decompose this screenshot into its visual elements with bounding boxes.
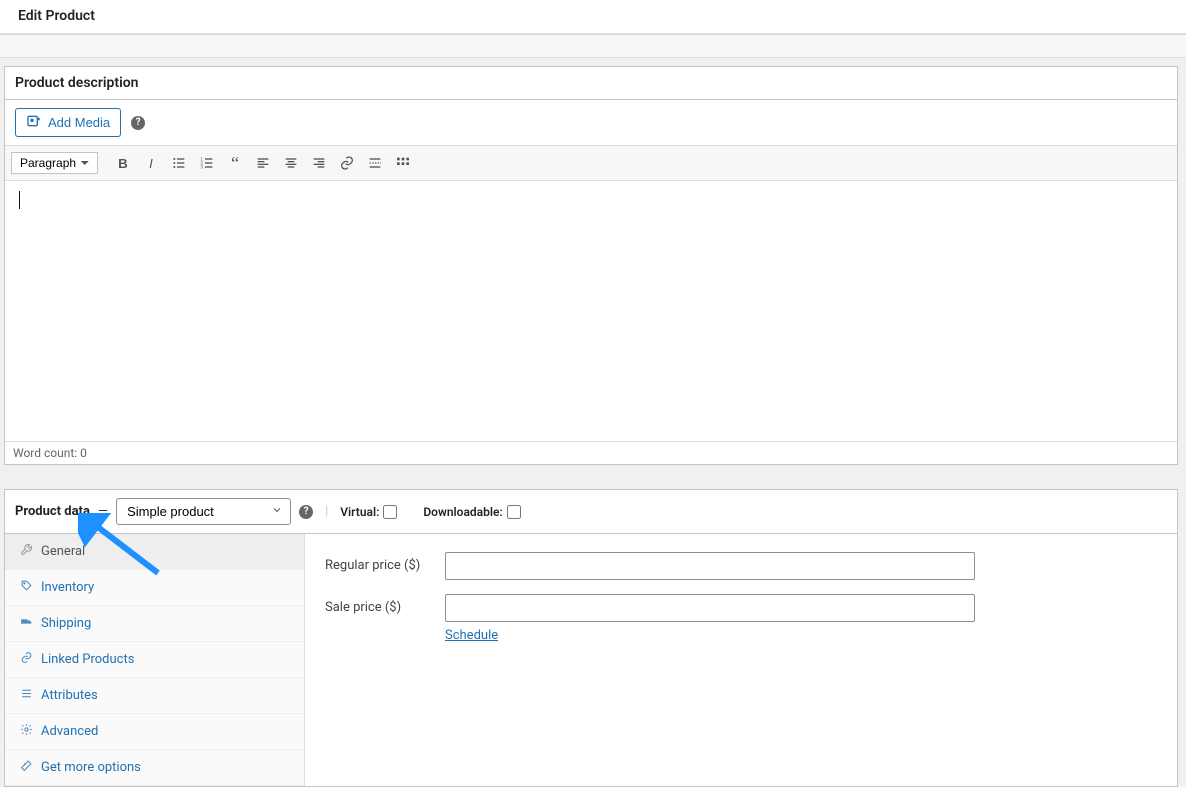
blockquote-button[interactable]: “ (222, 150, 248, 176)
tab-label: Advanced (41, 724, 98, 739)
tab-inventory[interactable]: Inventory (5, 570, 304, 606)
truck-icon (19, 615, 33, 632)
product-data-header: Product data — Simple product ? | Virtua… (5, 490, 1177, 534)
product-data-tabs: General Inventory Shipping Linked Produc… (5, 534, 305, 786)
align-right-button[interactable] (306, 150, 332, 176)
tab-advanced[interactable]: Advanced (5, 714, 304, 750)
tab-get-more-options[interactable]: Get more options (5, 750, 304, 786)
sale-price-input[interactable] (445, 594, 975, 622)
description-panel: Product description Add Media ? Paragrap… (4, 66, 1178, 465)
tab-attributes[interactable]: Attributes (5, 678, 304, 714)
tab-label: Inventory (41, 580, 94, 595)
bold-button[interactable]: B (110, 150, 136, 176)
media-icon (26, 113, 42, 132)
word-count: Word count: 0 (13, 446, 87, 460)
editor-footer: Word count: 0 (5, 441, 1177, 464)
page-title: Edit Product (18, 8, 1168, 24)
product-type-select[interactable]: Simple product (116, 498, 291, 525)
text-cursor (19, 191, 20, 209)
product-data-title: Product data (15, 504, 90, 519)
gear-icon (19, 723, 33, 740)
add-media-button[interactable]: Add Media (15, 108, 121, 137)
align-center-button[interactable] (278, 150, 304, 176)
virtual-label-wrap[interactable]: Virtual: (340, 505, 397, 519)
separator: | (325, 504, 328, 519)
link-icon (19, 651, 33, 668)
format-select[interactable]: Paragraph (11, 152, 98, 174)
editor-area[interactable] (5, 181, 1177, 441)
list-icon (19, 687, 33, 704)
product-data-content: Regular price ($) Sale price ($) Schedul… (305, 534, 1177, 786)
tab-label: General (41, 544, 85, 559)
help-icon[interactable]: ? (299, 505, 313, 519)
sale-price-label: Sale price ($) (325, 594, 445, 615)
product-data-body: General Inventory Shipping Linked Produc… (5, 534, 1177, 786)
tab-label: Linked Products (41, 652, 134, 667)
numbered-list-button[interactable]: 123 (194, 150, 220, 176)
tag-icon (19, 579, 33, 596)
regular-price-label: Regular price ($) (325, 552, 445, 573)
align-left-button[interactable] (250, 150, 276, 176)
downloadable-label: Downloadable: (423, 505, 502, 519)
tab-label: Attributes (41, 688, 98, 703)
description-title: Product description (15, 75, 1167, 91)
svg-text:3: 3 (200, 164, 203, 169)
editor-toolbar: Paragraph B I 123 “ (5, 145, 1177, 181)
add-media-label: Add Media (48, 115, 110, 130)
downloadable-checkbox[interactable] (507, 505, 521, 519)
read-more-button[interactable] (362, 150, 388, 176)
schedule-link[interactable]: Schedule (445, 628, 498, 643)
tab-shipping[interactable]: Shipping (5, 606, 304, 642)
wrench-icon (19, 543, 33, 560)
media-row: Add Media ? (5, 100, 1177, 145)
link-button[interactable] (334, 150, 360, 176)
wand-icon (19, 759, 33, 776)
regular-price-row: Regular price ($) (325, 552, 1157, 580)
tab-linked-products[interactable]: Linked Products (5, 642, 304, 678)
regular-price-input[interactable] (445, 552, 975, 580)
tab-label: Shipping (41, 616, 91, 631)
sale-price-row: Sale price ($) Schedule (325, 594, 1157, 643)
product-data-panel: Product data — Simple product ? | Virtua… (4, 489, 1178, 787)
italic-button[interactable]: I (138, 150, 164, 176)
tab-label: Get more options (41, 760, 141, 775)
toolbar-toggle-button[interactable] (390, 150, 416, 176)
virtual-label: Virtual: (340, 505, 379, 519)
description-panel-header: Product description (5, 67, 1177, 100)
page-header: Edit Product (0, 0, 1186, 34)
bullet-list-button[interactable] (166, 150, 192, 176)
virtual-checkbox[interactable] (383, 505, 397, 519)
tab-general[interactable]: General (5, 534, 304, 570)
divider-strip (0, 34, 1186, 58)
help-icon[interactable]: ? (131, 116, 145, 130)
panel-spacer (0, 465, 1186, 489)
downloadable-label-wrap[interactable]: Downloadable: (423, 505, 520, 519)
title-separator: — (98, 504, 108, 519)
